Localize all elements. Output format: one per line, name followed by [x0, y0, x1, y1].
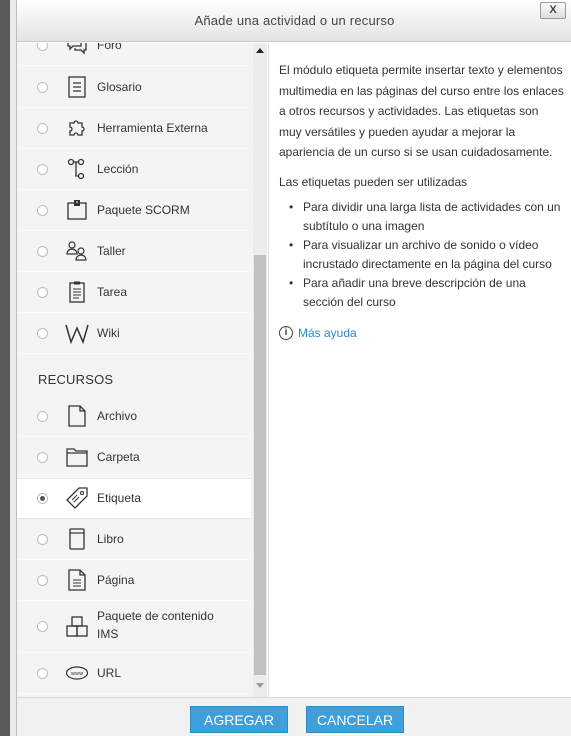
- option-taller[interactable]: Taller: [17, 231, 251, 272]
- option-label: Herramienta Externa: [97, 121, 208, 135]
- option-pagina[interactable]: Página: [17, 560, 251, 601]
- description-bullets: Para dividir una larga lista de activida…: [279, 198, 564, 312]
- assignment-icon: [65, 280, 89, 304]
- option-carpeta[interactable]: Carpeta: [17, 437, 251, 478]
- cancel-button[interactable]: CANCELAR: [306, 706, 404, 733]
- option-label: Paquete SCORM: [97, 203, 190, 217]
- option-label: URL: [97, 666, 122, 680]
- label-tag-icon: [65, 486, 89, 510]
- radio-paquete-scorm[interactable]: [37, 205, 48, 216]
- more-help-label: Más ayuda: [298, 326, 357, 340]
- option-label: Página: [97, 573, 135, 587]
- dialog-footer: AGREGAR CANCELAR: [17, 697, 571, 736]
- workshop-icon: [65, 239, 89, 263]
- option-label: Tarea: [97, 285, 128, 299]
- option-foro[interactable]: Foro: [17, 43, 251, 66]
- page-icon: [65, 568, 89, 592]
- glossary-icon: [65, 75, 89, 99]
- option-label: Wiki: [97, 326, 120, 340]
- option-herramienta-externa[interactable]: Herramienta Externa: [17, 108, 251, 149]
- options-scrollbar[interactable]: [253, 43, 267, 697]
- svg-text:www: www: [71, 671, 83, 677]
- radio-libro[interactable]: [37, 534, 48, 545]
- option-etiqueta[interactable]: Etiqueta: [17, 478, 251, 519]
- module-description: El módulo etiqueta permite insertar text…: [279, 60, 564, 340]
- bullet-item: Para visualizar un archivo de sonido o v…: [279, 236, 564, 274]
- info-icon: i: [279, 326, 293, 340]
- radio-leccion[interactable]: [37, 164, 48, 175]
- option-label: Etiqueta: [97, 491, 142, 505]
- option-label: Carpeta: [97, 450, 140, 464]
- wiki-icon: [65, 321, 89, 345]
- module-options-list: Foro Glosario Herramienta Externa Lecció…: [17, 43, 267, 697]
- dialog-title: Añade una actividad o un recurso: [194, 13, 395, 28]
- option-label-line1: Paquete de contenido: [97, 609, 214, 623]
- option-url[interactable]: www URL: [17, 653, 251, 694]
- description-paragraph: El módulo etiqueta permite insertar text…: [279, 63, 564, 159]
- scroll-up-arrow-icon[interactable]: [256, 48, 264, 53]
- option-label-line2: IMS: [97, 627, 119, 641]
- option-leccion[interactable]: Lección: [17, 149, 251, 190]
- scrollbar-thumb[interactable]: [254, 255, 266, 675]
- radio-carpeta[interactable]: [37, 452, 48, 463]
- background-page-edge: [0, 0, 16, 736]
- folder-icon: [65, 445, 89, 469]
- option-glosario[interactable]: Glosario: [17, 67, 251, 108]
- forum-icon: [65, 43, 89, 57]
- scorm-icon: [65, 198, 89, 222]
- add-button[interactable]: AGREGAR: [190, 706, 288, 733]
- resources-heading: RECURSOS: [38, 372, 114, 387]
- ims-package-icon: [65, 615, 89, 639]
- radio-tarea[interactable]: [37, 287, 48, 298]
- radio-archivo[interactable]: [37, 411, 48, 422]
- description-paragraph: Las etiquetas pueden ser utilizadas: [279, 174, 468, 189]
- option-paquete-ims[interactable]: Paquete de contenido IMS: [17, 601, 251, 653]
- pane-divider: [268, 43, 269, 697]
- bullet-item: Para añadir una breve descripción de una…: [279, 274, 564, 312]
- option-label: Taller: [97, 244, 126, 258]
- radio-foro[interactable]: [37, 43, 48, 51]
- option-label: Libro: [97, 532, 124, 546]
- radio-taller[interactable]: [37, 246, 48, 257]
- file-icon: [65, 404, 89, 428]
- radio-wiki[interactable]: [37, 328, 48, 339]
- more-help-link[interactable]: i Más ayuda: [279, 326, 564, 340]
- url-icon: www: [65, 661, 89, 685]
- option-libro[interactable]: Libro: [17, 519, 251, 560]
- option-archivo[interactable]: Archivo: [17, 396, 251, 437]
- radio-paquete-ims[interactable]: [37, 621, 48, 632]
- option-label: Glosario: [97, 80, 142, 94]
- puzzle-icon: [65, 116, 89, 140]
- radio-pagina[interactable]: [37, 575, 48, 586]
- radio-url[interactable]: [37, 668, 48, 679]
- lesson-icon: [65, 157, 89, 181]
- radio-etiqueta[interactable]: [37, 493, 48, 504]
- option-label: Archivo: [97, 409, 138, 423]
- add-activity-dialog: Añade una actividad o un recurso X Foro …: [16, 0, 571, 736]
- scroll-down-arrow-icon[interactable]: [256, 683, 264, 688]
- book-icon: [65, 527, 89, 551]
- bullet-item: Para dividir una larga lista de activida…: [279, 198, 564, 236]
- option-tarea[interactable]: Tarea: [17, 272, 251, 313]
- option-paquete-scorm[interactable]: Paquete SCORM: [17, 190, 251, 231]
- option-label: Foro: [97, 43, 122, 52]
- option-wiki[interactable]: Wiki: [17, 313, 251, 354]
- option-label: Lección: [97, 162, 139, 176]
- radio-herramienta-externa[interactable]: [37, 123, 48, 134]
- radio-glosario[interactable]: [37, 82, 48, 93]
- close-button[interactable]: X: [540, 2, 566, 19]
- dialog-header: Añade una actividad o un recurso X: [17, 0, 571, 42]
